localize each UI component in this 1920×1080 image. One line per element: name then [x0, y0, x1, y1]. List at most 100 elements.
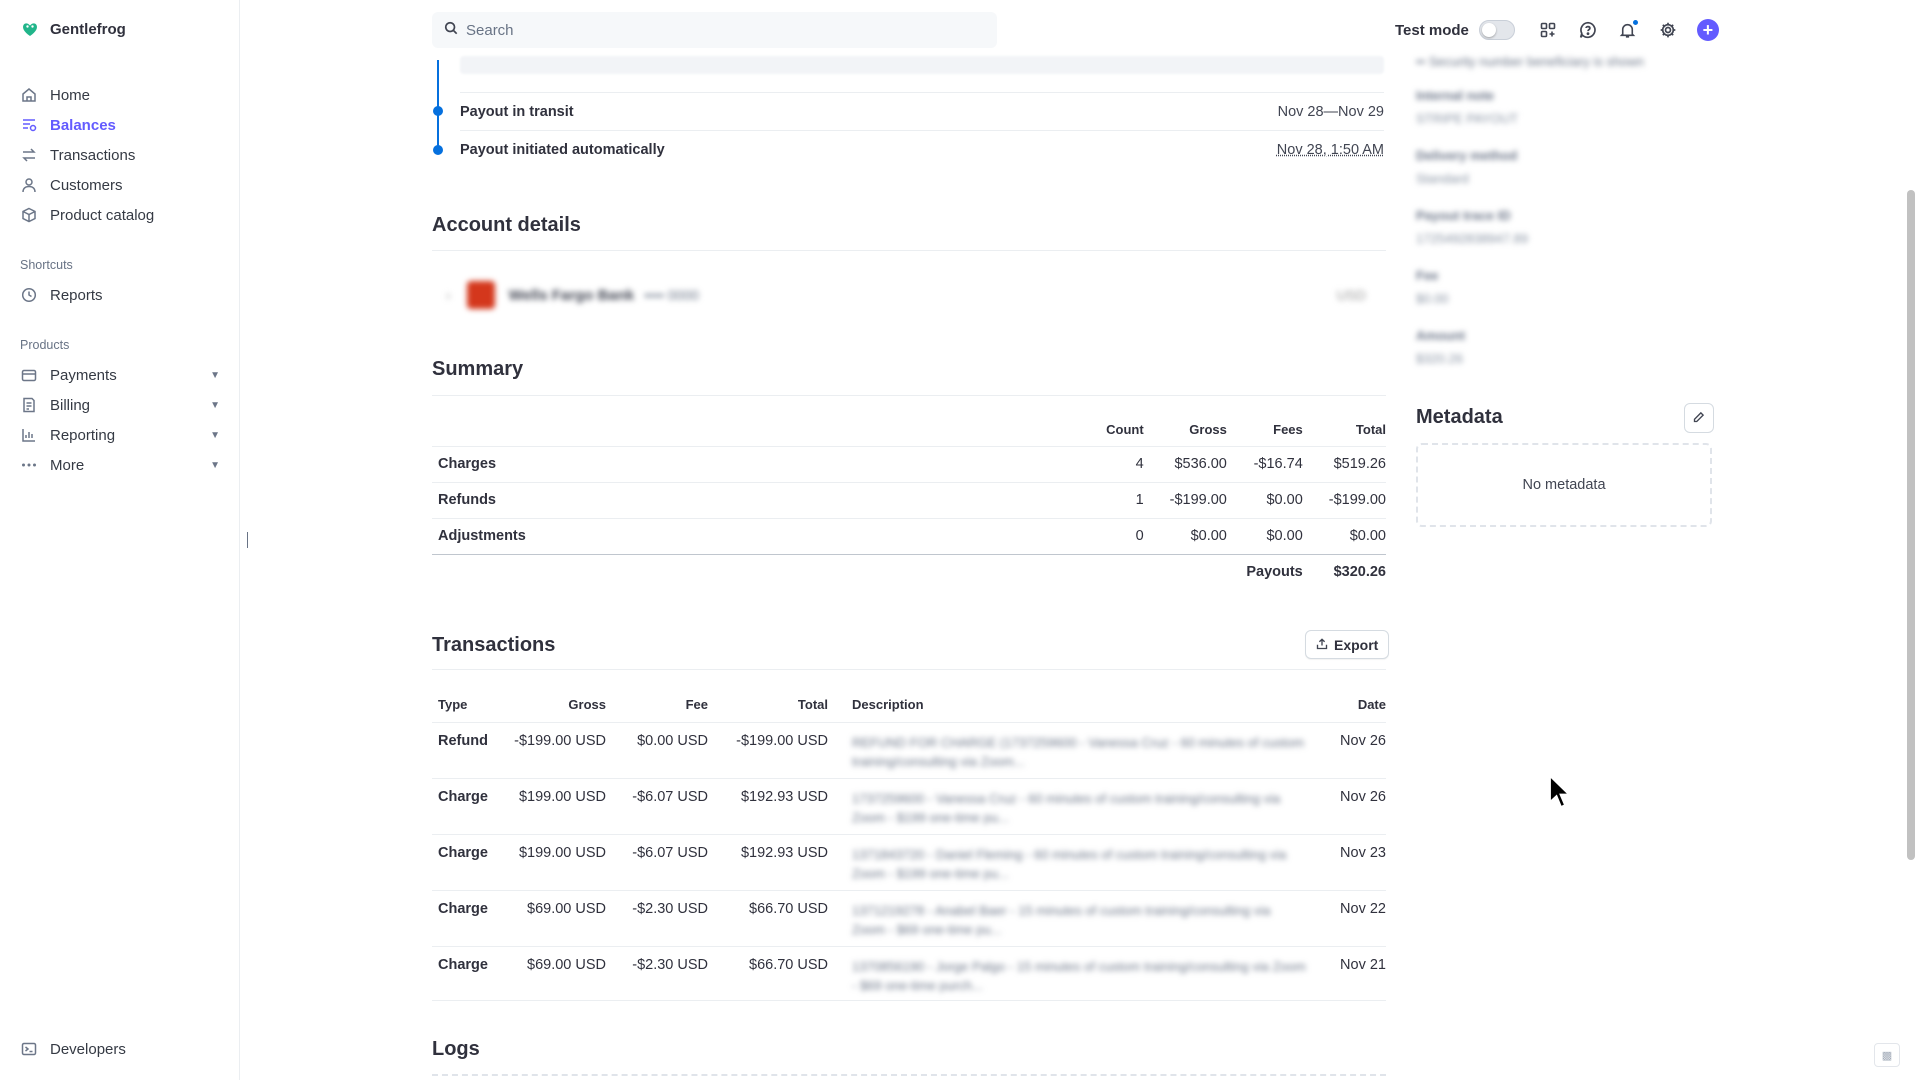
sidebar-nav: Home Balances Transactions Customers Pro… [20, 80, 220, 480]
tx-total: $66.70 USD [708, 946, 828, 1002]
tx-total: $192.93 USD [708, 834, 828, 890]
export-icon [1316, 637, 1328, 653]
detail-key: Fee [1416, 268, 1449, 283]
mouse-cursor-icon [1548, 774, 1574, 810]
table-row[interactable]: Charge $69.00 USD -$2.30 USD $66.70 USD … [432, 890, 1386, 946]
detail-field: Internal note STRIPE PAYOUT [1416, 88, 1518, 126]
tx-total: $66.70 USD [708, 890, 828, 946]
table-row[interactable]: Charge $69.00 USD -$2.30 USD $66.70 USD … [432, 946, 1386, 1002]
sidebar-resize-handle[interactable] [247, 532, 248, 548]
notification-badge [1632, 19, 1639, 26]
test-mode-toggle[interactable] [1479, 20, 1515, 40]
timeline-previous-step [460, 56, 1384, 74]
chevron-down-icon: ▼ [210, 400, 220, 411]
tx-description: 1371219278 - Anabel Baer - 15 minutes of… [828, 890, 1306, 946]
table-header-row: Type Gross Fee Total Description Date [432, 688, 1386, 722]
balances-icon [20, 116, 38, 134]
sidebar-item-more[interactable]: More ▼ [20, 450, 220, 480]
timeline-label: Payout in transit [460, 104, 574, 120]
toggle-knob [1482, 23, 1496, 37]
detail-value: $0.00 [1416, 291, 1449, 306]
pencil-icon [1693, 410, 1705, 426]
sidebar-item-label: Reporting [50, 427, 115, 444]
help-icon[interactable] [1577, 19, 1599, 41]
sidebar-item-reporting[interactable]: Reporting ▼ [20, 420, 220, 450]
sidebar-item-home[interactable]: Home [20, 80, 220, 110]
table-header: Gross [1144, 414, 1227, 446]
summary-fees: $0.00 [1227, 518, 1303, 554]
transactions-icon [20, 146, 38, 164]
summary-fees: $0.00 [1227, 482, 1303, 518]
sidebar-item-reports[interactable]: Reports [20, 280, 220, 310]
sidebar-item-product-catalog[interactable]: Product catalog [20, 200, 220, 230]
payouts-total: $320.26 [1303, 554, 1386, 590]
sidebar-item-label: Customers [50, 177, 123, 194]
table-row[interactable]: Charge $199.00 USD -$6.07 USD $192.93 US… [432, 778, 1386, 834]
create-plus-button[interactable]: + [1697, 19, 1719, 41]
account-details-heading: Account details [432, 214, 581, 237]
tx-type: Charge [432, 946, 502, 1002]
tx-fee: -$6.07 USD [606, 778, 708, 834]
export-label: Export [1334, 637, 1378, 653]
details-note: •• Security number beneficiary is shown [1416, 54, 1644, 69]
tx-type: Charge [432, 890, 502, 946]
summary-row-name: Charges [432, 446, 1066, 482]
table-header: Total [1303, 414, 1386, 446]
sidebar-item-label: Balances [50, 117, 116, 134]
sidebar-item-label: Transactions [50, 147, 135, 164]
billing-icon [20, 396, 38, 414]
tx-total: $192.93 USD [708, 778, 828, 834]
table-row[interactable]: Refund -$199.00 USD $0.00 USD -$199.00 U… [432, 722, 1386, 778]
summary-row-name: Refunds [432, 482, 1066, 518]
metadata-empty-state: No metadata [1416, 443, 1712, 527]
metadata-heading: Metadata [1416, 406, 1503, 429]
table-header: Type [432, 688, 502, 722]
export-button[interactable]: Export [1305, 630, 1389, 659]
tx-description: 1737259600 - Vanessa Cruz - 60 minutes o… [828, 778, 1306, 834]
search-icon [444, 21, 458, 39]
apps-icon[interactable] [1537, 19, 1559, 41]
sidebar-item-developers[interactable]: Developers [20, 1034, 126, 1064]
summary-count: 1 [1066, 482, 1144, 518]
divider [432, 395, 1386, 396]
products-heading: Products [20, 338, 220, 352]
sidebar-item-label: Developers [50, 1041, 126, 1058]
tx-fee: -$2.30 USD [606, 890, 708, 946]
tx-type: Charge [432, 834, 502, 890]
chevron-down-icon: ▼ [210, 370, 220, 381]
currency-label: USD [1336, 287, 1366, 303]
table-header: Gross [502, 688, 606, 722]
table-header: Count [1066, 414, 1144, 446]
bank-account-row[interactable]: › Wells Fargo Bank •••• 0000 USD [432, 270, 1386, 320]
spacer-cell [1066, 554, 1144, 590]
gear-icon[interactable] [1657, 19, 1679, 41]
table-header-row: Count Gross Fees Total [432, 414, 1386, 446]
sidebar-item-customers[interactable]: Customers [20, 170, 220, 200]
search-input[interactable]: Search [432, 12, 997, 48]
tx-total: -$199.00 USD [708, 722, 828, 778]
sidebar-item-transactions[interactable]: Transactions [20, 140, 220, 170]
detail-key: Payout trace ID [1416, 208, 1528, 223]
summary-total: $0.00 [1303, 518, 1386, 554]
sidebar-item-balances[interactable]: Balances [20, 110, 220, 140]
table-row[interactable]: Charge $199.00 USD -$6.07 USD $192.93 US… [432, 834, 1386, 890]
summary-gross: $0.00 [1144, 518, 1227, 554]
brand[interactable]: Gentlefrog [20, 19, 126, 39]
table-row: Adjustments 0 $0.00 $0.00 $0.00 [432, 518, 1386, 554]
notifications-bell-icon[interactable] [1617, 19, 1639, 41]
tx-gross: $69.00 USD [502, 890, 606, 946]
sidebar-item-label: More [50, 457, 84, 474]
sidebar-item-payments[interactable]: Payments ▼ [20, 360, 220, 390]
scrollbar[interactable] [1907, 190, 1915, 860]
edit-metadata-button[interactable] [1684, 403, 1714, 433]
timeline-date[interactable]: Nov 28, 1:50 AM [1277, 142, 1384, 158]
timeline-label: Payout initiated automatically [460, 142, 665, 158]
detail-field: Payout trace ID 1725492838947.89 [1416, 208, 1528, 246]
chevron-right-icon: › [446, 287, 451, 303]
topbar-actions: Test mode + [1395, 16, 1719, 44]
tx-description: REFUND FOR CHARGE (1737259600 - Vanessa … [828, 722, 1306, 778]
product-catalog-icon [20, 206, 38, 224]
timeline-dot [433, 106, 443, 116]
sidebar-item-billing[interactable]: Billing ▼ [20, 390, 220, 420]
console-icon[interactable]: ▩ [1874, 1043, 1900, 1067]
